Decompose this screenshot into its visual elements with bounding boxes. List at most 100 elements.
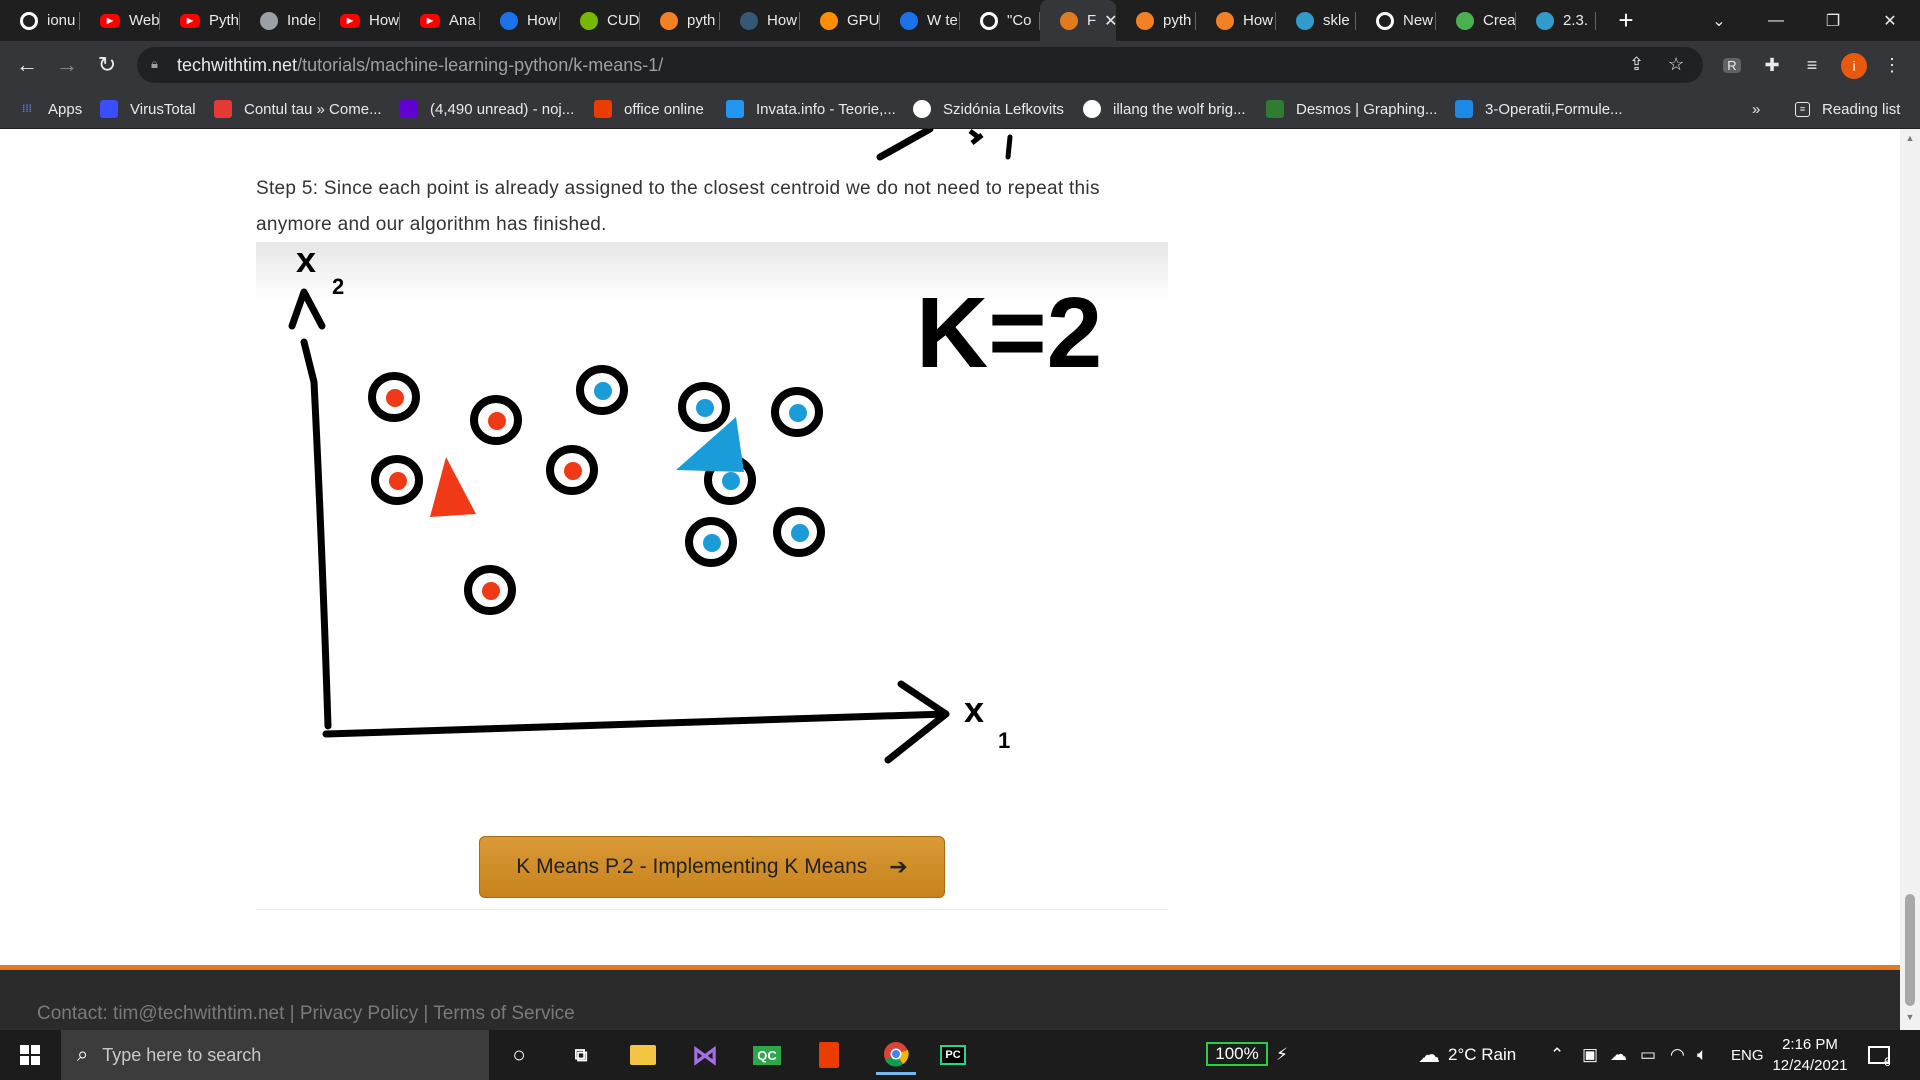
chrome-taskbar-icon[interactable]	[876, 1035, 916, 1075]
tab-title: How	[767, 12, 798, 29]
url-text[interactable]: techwithtim.net/tutorials/machine-learni…	[177, 55, 663, 76]
browser-tab[interactable]: How	[720, 0, 800, 41]
reading-list-button[interactable]: ≡ Reading list	[1795, 96, 1900, 122]
next-part-button[interactable]: K Means P.2 - Implementing K Means ➔	[479, 836, 945, 898]
meet-now-icon[interactable]: ▣	[1582, 1030, 1598, 1080]
browser-tab[interactable]: ionu	[0, 0, 80, 41]
red-cluster-point	[386, 389, 404, 407]
volume-icon[interactable]: 🔈︎	[1697, 1030, 1707, 1080]
language-indicator[interactable]: ENG	[1731, 1030, 1764, 1080]
bookmarks-overflow-button[interactable]: »	[1752, 96, 1760, 122]
bookmark-label: Contul tau » Come...	[244, 100, 382, 118]
file-explorer-icon[interactable]	[628, 1040, 658, 1070]
new-tab-button[interactable]: +	[1596, 0, 1656, 41]
browser-tab[interactable]: W te	[880, 0, 960, 41]
y-axis-subscript: 2	[332, 274, 344, 299]
forward-button[interactable]: →	[52, 50, 82, 80]
weather-widget[interactable]: ☁︎ 2°C Rain	[1418, 1030, 1516, 1080]
visual-studio-icon[interactable]: ⋈	[690, 1040, 720, 1070]
browser-tab[interactable]: How	[1196, 0, 1276, 41]
close-window-button[interactable]: ✕	[1862, 0, 1918, 41]
tab-title: W te	[927, 12, 958, 29]
browser-tab[interactable]: F ✕	[1040, 0, 1116, 41]
tab-title: pyth	[1163, 12, 1192, 29]
browser-tab[interactable]: ▶ Web	[80, 0, 160, 41]
share-icon[interactable]: ⇪	[1629, 54, 1644, 75]
tab-strip: ionu ▶ Web ▶ Pyth Inde ▶ How ▶ Ana How CUD pyth How GP…	[0, 0, 1920, 41]
bookmark-item[interactable]: illang the wolf brig...	[1083, 96, 1246, 122]
reload-button[interactable]: ↻	[92, 50, 122, 80]
browser-tab[interactable]: Inde	[240, 0, 320, 41]
browser-tab[interactable]: skle	[1276, 0, 1356, 41]
bookmark-item[interactable]: Invata.info - Teorie,...	[726, 96, 896, 122]
lock-icon: 🔒︎	[151, 56, 158, 71]
weather-text: 2°C Rain	[1448, 1045, 1517, 1064]
browser-tab[interactable]: pyth	[640, 0, 720, 41]
media-playlist-icon[interactable]: ≡	[1800, 53, 1824, 77]
browser-tab[interactable]: ▶ How	[320, 0, 400, 41]
wifi-icon[interactable]: ◠	[1670, 1030, 1685, 1080]
scroll-up-icon[interactable]: ▲	[1900, 133, 1920, 149]
bookmark-star-icon[interactable]: ☆	[1668, 54, 1684, 75]
office-taskbar-icon[interactable]	[814, 1040, 844, 1070]
menu-kebab-icon[interactable]: ⋮	[1880, 53, 1904, 77]
pycharm-icon[interactable]: PC	[938, 1040, 968, 1070]
bookmark-item[interactable]: office online	[594, 96, 704, 122]
minimize-button[interactable]: —	[1748, 0, 1804, 41]
browser-tab[interactable]: Crea	[1436, 0, 1516, 41]
tab-title: F	[1087, 12, 1097, 29]
browser-tab[interactable]: pyth	[1116, 0, 1196, 41]
scroll-down-icon[interactable]: ▼	[1900, 1012, 1920, 1028]
x-axis-arrowhead	[884, 680, 950, 764]
profile-avatar[interactable]: i	[1841, 53, 1867, 79]
browser-tab[interactable]: How	[480, 0, 560, 41]
browser-tab[interactable]: New	[1356, 0, 1436, 41]
bookmark-item[interactable]: VirusTotal	[100, 96, 196, 122]
youtube-icon: ▶	[340, 13, 360, 28]
scrollbar-thumb[interactable]	[1905, 894, 1915, 1006]
tab-title: Web	[129, 12, 160, 29]
bookmark-label: (4,490 unread) - noj...	[430, 100, 575, 118]
x-axis-subscript: 1	[998, 728, 1010, 753]
extensions-puzzle-icon[interactable]: ✚	[1760, 53, 1784, 77]
bookmark-item[interactable]: Desmos | Graphing...	[1266, 96, 1437, 122]
qc-app-icon[interactable]: QC	[752, 1040, 782, 1070]
bookmark-item[interactable]: 3-Operatii,Formule...	[1455, 96, 1623, 122]
browser-tab[interactable]: GPU	[800, 0, 880, 41]
battery-indicator[interactable]: 100%	[1206, 1042, 1268, 1066]
onedrive-icon[interactable]: ☁︎	[1610, 1030, 1627, 1080]
bookmark-item[interactable]: Szidónia Lefkovits	[913, 96, 1064, 122]
sklearn-icon	[1296, 11, 1314, 30]
notifications-icon[interactable]: 6	[1868, 1030, 1891, 1080]
k-equals-label: K=2	[916, 277, 1102, 389]
extension-r-icon[interactable]: R	[1720, 53, 1744, 77]
reading-list-label: Reading list	[1822, 100, 1901, 118]
start-button[interactable]	[0, 1030, 60, 1080]
footer-links[interactable]: Contact: tim@techwithtim.net | Privacy P…	[37, 1003, 575, 1025]
page-scrollbar[interactable]: ▲ ▼	[1900, 129, 1920, 1030]
tray-overflow-icon[interactable]: ⌃	[1550, 1030, 1564, 1080]
blue-cluster-point	[594, 382, 612, 400]
browser-tab[interactable]: ▶ Pyth	[160, 0, 240, 41]
cortana-icon[interactable]: ○	[504, 1040, 534, 1070]
content-divider	[256, 909, 1168, 910]
task-view-icon[interactable]: ⧉	[566, 1040, 596, 1070]
bookmark-item[interactable]: (4,490 unread) - noj...	[400, 96, 574, 122]
battery-tray-icon[interactable]: ▭	[1640, 1030, 1656, 1080]
tab-title: Inde	[287, 12, 317, 29]
taskbar-search[interactable]: ⌕ Type here to search	[61, 1030, 489, 1080]
address-bar[interactable]: 🔒︎ techwithtim.net/tutorials/machine-lea…	[137, 47, 1703, 83]
browser-tab[interactable]: "Co	[960, 0, 1040, 41]
browser-tab[interactable]: ▶ Ana	[400, 0, 480, 41]
bookmark-item[interactable]: Contul tau » Come...	[214, 96, 382, 122]
globe-icon	[260, 11, 278, 30]
browser-tab[interactable]: CUD	[560, 0, 640, 41]
browser-tab[interactable]: 2.3.	[1516, 0, 1596, 41]
tab-search-chevron-icon[interactable]: ⌄	[1691, 0, 1747, 41]
close-tab-icon[interactable]: ✕	[1104, 11, 1116, 31]
restore-button[interactable]: ❐	[1805, 0, 1861, 41]
clock[interactable]: 2:16 PM 12/24/2021	[1770, 1034, 1850, 1076]
bookmark-item[interactable]: ⁞⁞⁞ Apps	[18, 96, 82, 122]
back-button[interactable]: ←	[12, 50, 42, 80]
tab-title: How	[527, 12, 558, 29]
